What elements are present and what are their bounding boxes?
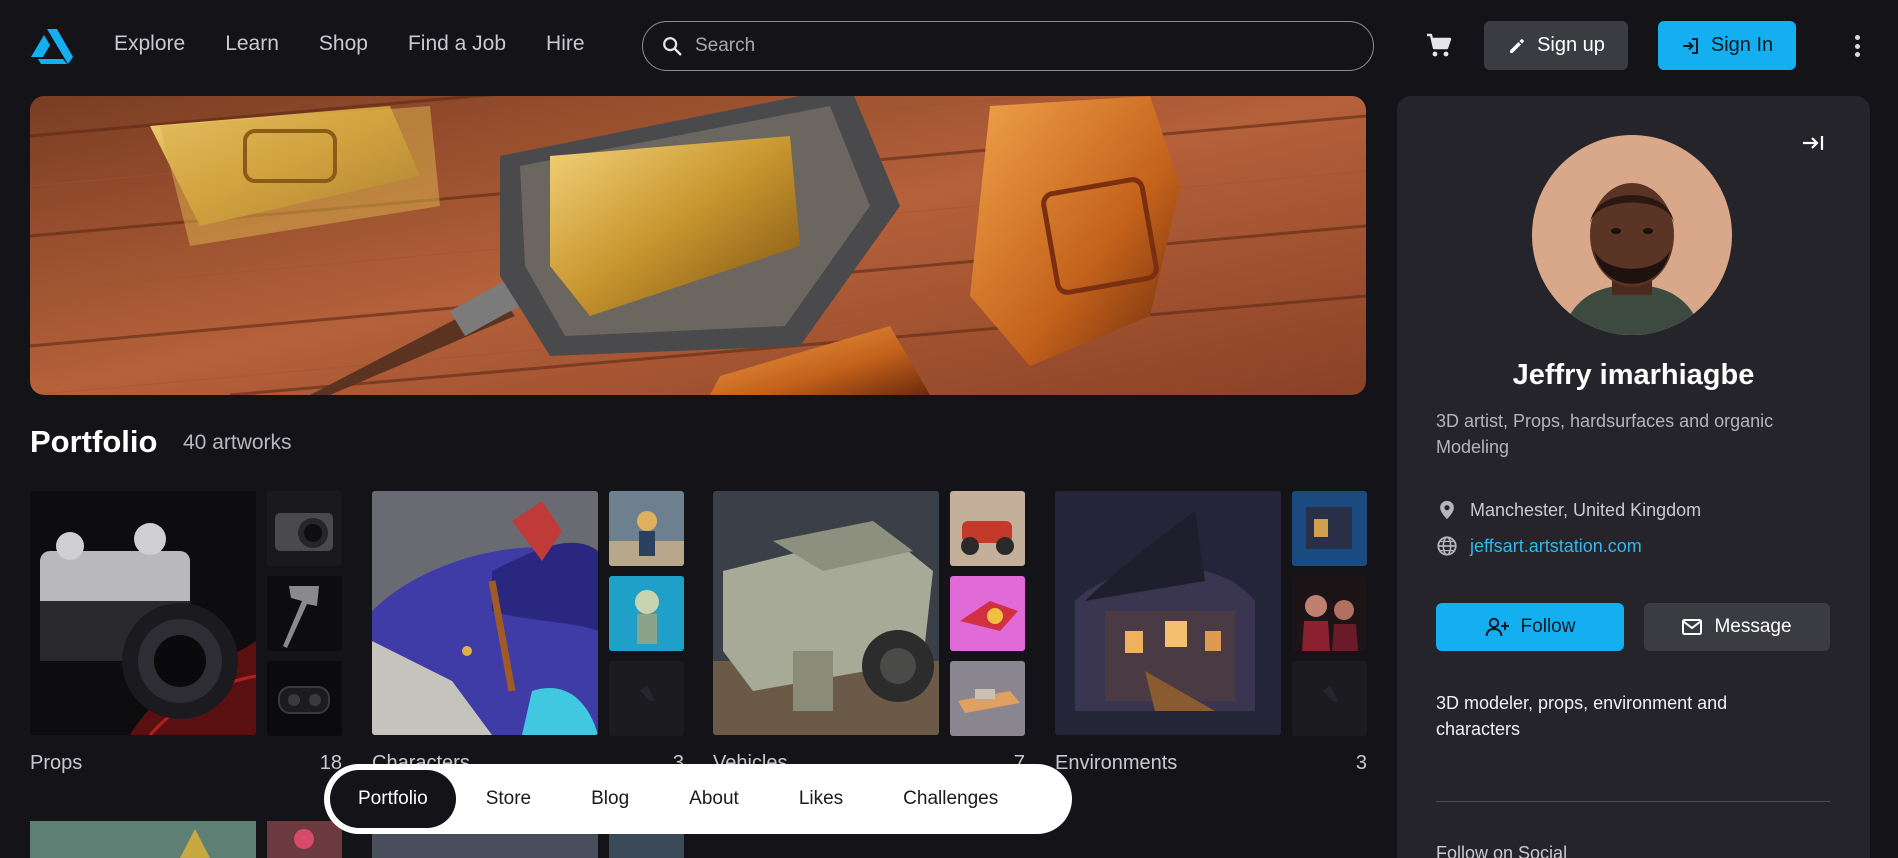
profile-banner — [30, 96, 1366, 395]
profile-tabs: Portfolio Store Blog About Likes Challen… — [324, 764, 1072, 834]
profile-bio: 3D modeler, props, environment and chara… — [1436, 693, 1728, 739]
search-bar[interactable] — [642, 21, 1374, 71]
sign-up-label: Sign up — [1537, 34, 1605, 56]
album-cover-image[interactable] — [30, 491, 256, 735]
nav-hire[interactable]: Hire — [546, 32, 585, 56]
album-thumb[interactable] — [609, 576, 684, 651]
sign-in-label: Sign In — [1710, 34, 1774, 56]
nav-learn[interactable]: Learn — [225, 32, 279, 56]
album-label[interactable]: Environments — [1055, 752, 1177, 775]
tab-about[interactable]: About — [659, 770, 769, 828]
cart-icon[interactable] — [1425, 32, 1453, 58]
sign-up-button[interactable]: Sign up — [1484, 21, 1628, 70]
profile-name: Jeffry imarhiagbe — [1512, 359, 1755, 391]
follow-label: Follow — [1520, 616, 1576, 637]
album-thumb[interactable] — [267, 491, 342, 566]
mail-icon — [1682, 619, 1703, 635]
website-link[interactable]: jeffsart.artstation.com — [1470, 536, 1642, 557]
add-user-icon — [1485, 617, 1509, 637]
panel-divider — [1436, 801, 1830, 802]
album-cover-image[interactable] — [372, 491, 598, 735]
album-thumb[interactable] — [1292, 576, 1367, 651]
social-section-title: Follow on Social — [1436, 843, 1568, 858]
top-bar: Explore Learn Shop Find a Job Hire Sign … — [0, 0, 1898, 92]
tab-store[interactable]: Store — [456, 770, 561, 828]
search-input[interactable] — [695, 35, 1335, 57]
collapse-panel-icon[interactable] — [1801, 134, 1825, 152]
portfolio-title: Portfolio — [30, 424, 158, 459]
album-thumb[interactable] — [609, 661, 684, 736]
album-thumb[interactable] — [1292, 491, 1367, 566]
tab-challenges[interactable]: Challenges — [873, 770, 1028, 828]
profile-website: jeffsart.artstation.com — [1436, 535, 1642, 557]
profile-headline: 3D artist, Props, hardsurfaces and organ… — [1436, 411, 1774, 457]
tab-blog[interactable]: Blog — [561, 770, 659, 828]
login-icon — [1682, 37, 1698, 54]
avatar — [1532, 135, 1732, 335]
portfolio-artwork-count: 40 artworks — [183, 431, 292, 454]
search-icon — [663, 37, 682, 56]
message-button[interactable]: Message — [1644, 603, 1830, 651]
nav-explore[interactable]: Explore — [114, 32, 185, 56]
artstation-logo-icon[interactable] — [30, 27, 74, 65]
album-thumb[interactable] — [950, 491, 1025, 566]
album-thumb[interactable] — [950, 576, 1025, 651]
message-label: Message — [1714, 616, 1792, 637]
album-cover-image[interactable] — [1055, 491, 1281, 735]
nav-find-a-job[interactable]: Find a Job — [408, 32, 506, 56]
tab-likes[interactable]: Likes — [769, 770, 873, 828]
album-thumb[interactable] — [1292, 661, 1367, 736]
tab-portfolio[interactable]: Portfolio — [330, 770, 456, 828]
location-text: Manchester, United Kingdom — [1470, 499, 1702, 520]
album-thumb[interactable] — [267, 661, 342, 736]
sign-in-button[interactable]: Sign In — [1658, 21, 1796, 70]
follow-button[interactable]: Follow — [1436, 603, 1624, 651]
profile-location: Manchester, United Kingdom — [1436, 499, 1701, 521]
location-pin-icon — [1440, 500, 1454, 520]
album-cover-image[interactable] — [713, 491, 939, 735]
album-count: 3 — [1355, 752, 1367, 774]
album-thumb[interactable] — [267, 576, 342, 651]
main-nav: Explore Learn Shop Find a Job Hire — [114, 32, 625, 56]
album-thumb[interactable] — [950, 661, 1025, 736]
album-row-2[interactable] — [30, 821, 342, 858]
album-label[interactable]: Props — [30, 752, 82, 775]
more-menu-icon[interactable] — [1850, 33, 1864, 59]
globe-icon — [1437, 536, 1457, 556]
profile-panel: Jeffry imarhiagbe 3D artist, Props, hard… — [1397, 96, 1870, 858]
album-thumb[interactable] — [609, 491, 684, 566]
nav-shop[interactable]: Shop — [319, 32, 368, 56]
pencil-icon — [1510, 38, 1524, 53]
